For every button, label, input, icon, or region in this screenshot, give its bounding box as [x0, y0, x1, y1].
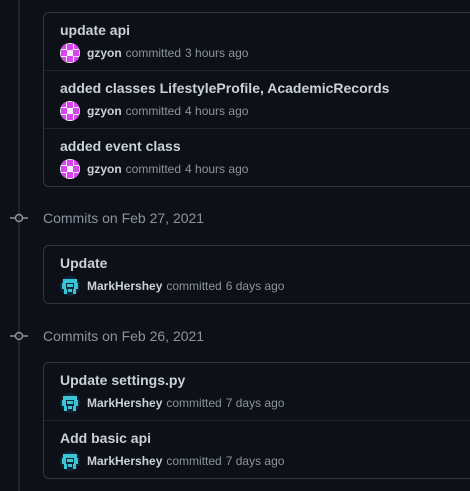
commit-time[interactable]: 4 hours ago	[185, 104, 248, 118]
gzyon-avatar[interactable]	[60, 159, 80, 179]
commit-group-date: Commits on Feb 27, 2021	[43, 210, 205, 226]
commit-row: added event class gzyon committed 4 hour…	[44, 128, 470, 186]
commit-author-link[interactable]: gzyon	[87, 162, 122, 176]
committed-label: committed	[125, 162, 182, 176]
commit-row: Update settings.py MarkHershey committed…	[44, 363, 470, 420]
commit-row: Add basic api MarkHershey committed 7 da…	[44, 420, 470, 478]
gzyon-avatar[interactable]	[60, 101, 80, 121]
commit-meta: gzyon committed 4 hours ago	[60, 159, 248, 179]
committed-label: committed	[166, 396, 222, 410]
git-commit-icon	[10, 331, 28, 341]
markhershey-avatar[interactable]	[60, 276, 80, 296]
commit-message-link[interactable]: added event class	[60, 138, 181, 154]
commit-author-link[interactable]: MarkHershey	[87, 279, 162, 293]
commit-time[interactable]: 7 days ago	[226, 454, 285, 468]
commit-list-group-0: update api gzyon committed 3 hours ago a…	[43, 12, 470, 187]
commit-time[interactable]: 4 hours ago	[185, 162, 248, 176]
commit-meta: MarkHershey committed 7 days ago	[60, 393, 284, 413]
commit-author-link[interactable]: gzyon	[87, 46, 122, 60]
commit-group-date: Commits on Feb 26, 2021	[43, 328, 205, 344]
commit-row: Update MarkHershey committed 6 days ago	[44, 246, 470, 303]
commit-group-header: Commits on Feb 27, 2021	[0, 206, 470, 230]
commit-meta: MarkHershey committed 7 days ago	[60, 451, 284, 471]
commit-row: added classes LifestyleProfile, Academic…	[44, 70, 470, 128]
commit-author-link[interactable]: gzyon	[87, 104, 122, 118]
commit-time[interactable]: 3 hours ago	[185, 46, 248, 60]
commit-meta: gzyon committed 4 hours ago	[60, 101, 248, 121]
commit-message-link[interactable]: Update	[60, 255, 107, 271]
commit-message-link[interactable]: Add basic api	[60, 430, 151, 446]
commit-author-link[interactable]: MarkHershey	[87, 454, 162, 468]
committed-label: committed	[125, 46, 182, 60]
commit-list-group-1: Update MarkHershey committed 6 days ago	[43, 245, 470, 304]
commit-history-page: update api gzyon committed 3 hours ago a…	[0, 0, 470, 491]
commit-meta: gzyon committed 3 hours ago	[60, 43, 248, 63]
commit-time[interactable]: 6 days ago	[226, 279, 285, 293]
commit-row: update api gzyon committed 3 hours ago	[44, 13, 470, 70]
commit-message-link[interactable]: added classes LifestyleProfile, Academic…	[60, 80, 389, 96]
markhershey-avatar[interactable]	[60, 451, 80, 471]
gzyon-avatar[interactable]	[60, 43, 80, 63]
commit-group-header: Commits on Feb 26, 2021	[0, 324, 470, 348]
commit-meta: MarkHershey committed 6 days ago	[60, 276, 284, 296]
committed-label: committed	[166, 279, 222, 293]
timeline-line	[18, 0, 20, 491]
commit-list-group-2: Update settings.py MarkHershey committed…	[43, 362, 470, 479]
git-commit-icon	[10, 213, 28, 223]
commit-message-link[interactable]: Update settings.py	[60, 372, 185, 388]
commit-time[interactable]: 7 days ago	[226, 396, 285, 410]
commit-message-link[interactable]: update api	[60, 22, 130, 38]
commit-author-link[interactable]: MarkHershey	[87, 396, 162, 410]
committed-label: committed	[166, 454, 222, 468]
markhershey-avatar[interactable]	[60, 393, 80, 413]
committed-label: committed	[125, 104, 182, 118]
